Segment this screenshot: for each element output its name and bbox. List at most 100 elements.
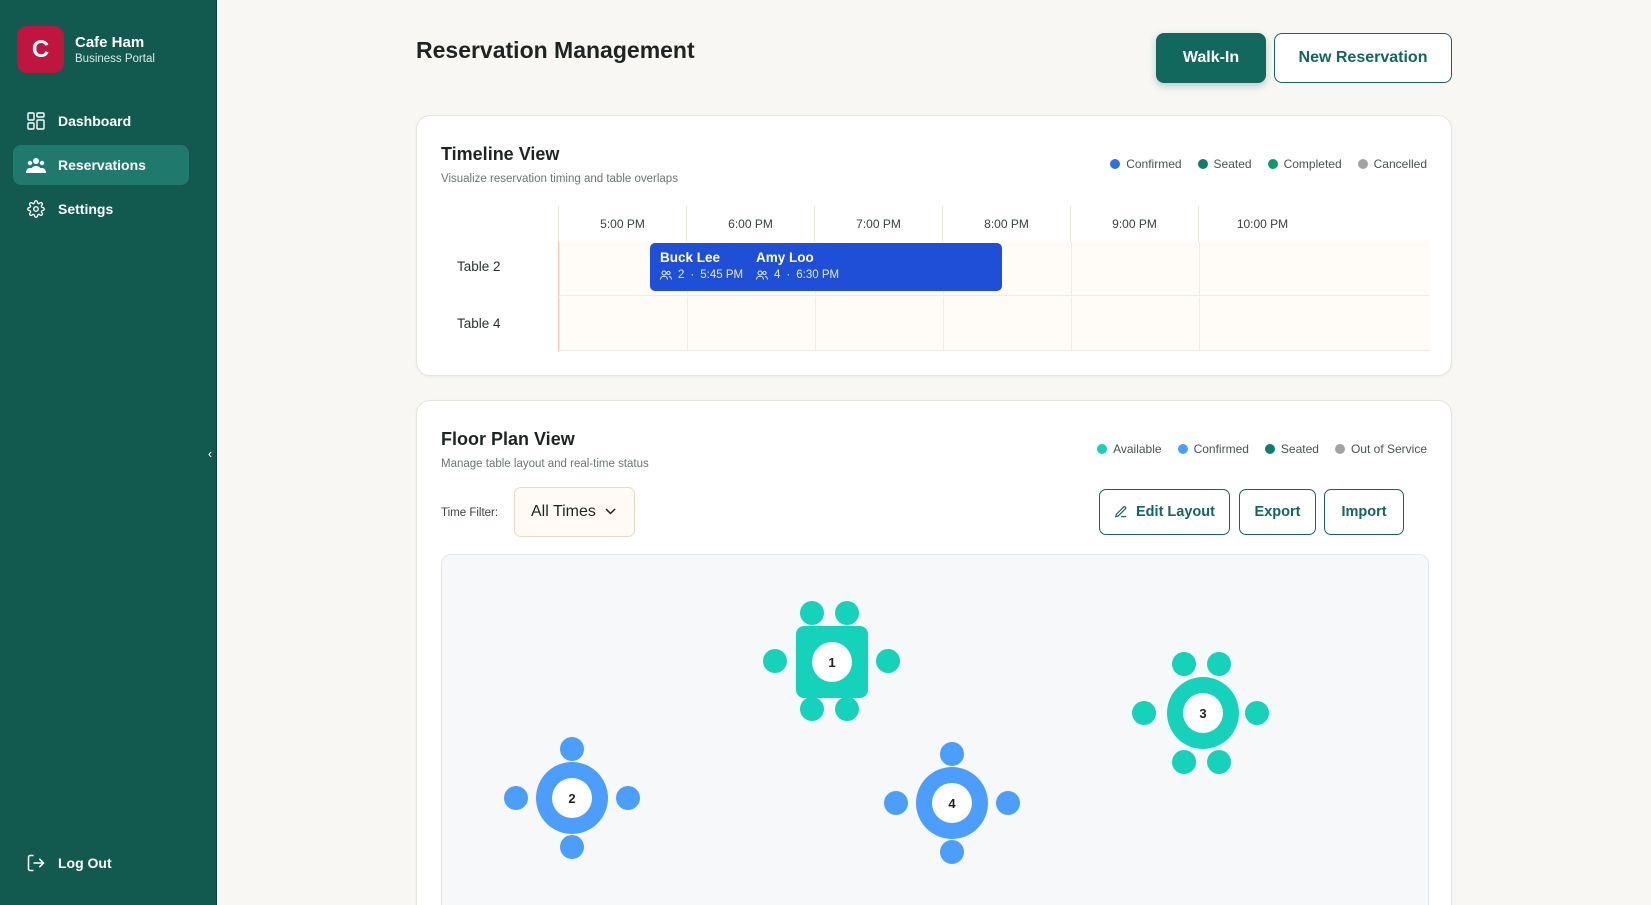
reservation-name: Amy Loo	[756, 250, 814, 265]
hour-label: 5:00 PM	[558, 206, 686, 242]
legend-label: Completed	[1283, 157, 1342, 171]
legend-label: Out of Service	[1350, 442, 1427, 456]
legend-label: Confirmed	[1126, 157, 1182, 171]
chair[interactable]	[763, 649, 787, 673]
walk-in-button[interactable]: Walk-In	[1156, 33, 1266, 83]
legend-dot	[1264, 444, 1275, 454]
chair[interactable]	[800, 697, 824, 721]
time-filter-value: All Times	[531, 503, 596, 520]
chair[interactable]	[940, 742, 964, 766]
party-icon	[756, 270, 768, 280]
sidebar-item-reservations[interactable]: Reservations	[13, 145, 189, 185]
legend-item: Seated	[1264, 442, 1319, 456]
legend-label: Cancelled	[1373, 157, 1427, 171]
chair[interactable]	[560, 835, 584, 859]
time-filter-select[interactable]: All Times	[514, 487, 635, 537]
brand: C Cafe Ham Business Portal	[17, 26, 155, 73]
chair[interactable]	[835, 601, 859, 625]
floor-plan-title: Floor Plan View	[441, 429, 575, 449]
legend-item: Out of Service	[1334, 442, 1427, 456]
reservation-block[interactable]: Buck Lee 2 · 5:45 PM Amy Loo 4 · 6:30 PM	[650, 243, 1002, 291]
legend-item: Confirmed	[1177, 442, 1249, 456]
legend-dot	[1110, 159, 1121, 169]
chair[interactable]	[835, 697, 859, 721]
chair[interactable]	[1207, 750, 1231, 774]
page-title: Reservation Management	[416, 37, 695, 63]
timeline-row-label: Table 2	[457, 259, 501, 274]
party-size: 2	[678, 269, 685, 281]
table-number: 3	[1183, 693, 1223, 733]
export-button[interactable]: Export	[1239, 489, 1316, 535]
chair[interactable]	[504, 786, 528, 810]
hour-label: 6:00 PM	[686, 206, 814, 242]
legend-dot	[1097, 444, 1108, 454]
floor-plan-subtitle: Manage table layout and real-time status	[441, 458, 649, 470]
chair[interactable]	[1132, 701, 1156, 725]
timeline-hours: 5:00 PM 6:00 PM 7:00 PM 8:00 PM 9:00 PM …	[558, 206, 1429, 242]
sidebar-nav: Dashboard Reservations Settings	[13, 101, 189, 233]
floor-plan-legend: Available Confirmed Seated Out of Servic…	[1081, 442, 1427, 456]
reservation-time: 6:30 PM	[796, 269, 840, 281]
chair[interactable]	[1172, 652, 1196, 676]
chair[interactable]	[800, 601, 824, 625]
table-1[interactable]: 1	[796, 626, 868, 698]
legend-label: Confirmed	[1193, 442, 1249, 456]
timeline-legend: Confirmed Seated Completed Cancelled	[1094, 157, 1427, 171]
chair[interactable]	[1245, 701, 1269, 725]
import-button[interactable]: Import	[1324, 489, 1404, 535]
logout-label: Log Out	[58, 855, 112, 871]
chair[interactable]	[996, 791, 1020, 815]
timeline-subtitle: Visualize reservation timing and table o…	[441, 173, 678, 185]
sidebar-item-dashboard[interactable]: Dashboard	[13, 101, 189, 141]
party-icon	[660, 270, 672, 280]
sidebar-item-label: Reservations	[58, 157, 146, 173]
table-3[interactable]: 3	[1167, 677, 1239, 749]
pencil-icon	[1114, 505, 1128, 519]
timeline-card: Timeline View Visualize reservation timi…	[416, 115, 1452, 376]
legend-item: Seated	[1197, 157, 1252, 171]
chair[interactable]	[1207, 652, 1231, 676]
legend-dot	[1177, 444, 1188, 454]
reservation-item[interactable]: Buck Lee 2 · 5:45 PM	[660, 250, 743, 281]
people-icon	[26, 155, 46, 175]
edit-layout-label: Edit Layout	[1136, 504, 1215, 520]
timeline-title: Timeline View	[441, 144, 560, 164]
legend-item: Available	[1097, 442, 1162, 456]
reservation-name: Buck Lee	[660, 250, 721, 265]
table-number: 2	[552, 778, 592, 818]
reservation-time: 5:45 PM	[700, 269, 744, 281]
legend-label: Seated	[1280, 442, 1319, 456]
table-2[interactable]: 2	[536, 762, 608, 834]
chair[interactable]	[1172, 750, 1196, 774]
chair[interactable]	[884, 791, 908, 815]
chair[interactable]	[876, 649, 900, 673]
chair[interactable]	[616, 786, 640, 810]
timeline-grid: 5:00 PM 6:00 PM 7:00 PM 8:00 PM 9:00 PM …	[441, 206, 1430, 356]
legend-label: Available	[1113, 442, 1162, 456]
edit-layout-button[interactable]: Edit Layout	[1099, 489, 1230, 535]
new-reservation-button[interactable]: New Reservation	[1274, 33, 1452, 83]
table-number: 4	[932, 783, 972, 823]
brand-subtitle: Business Portal	[75, 52, 155, 65]
party-size: 4	[774, 269, 781, 281]
table-4[interactable]: 4	[916, 767, 988, 839]
floor-plan-canvas[interactable]: 1 3 2 4	[441, 554, 1429, 905]
legend-label: Seated	[1213, 157, 1252, 171]
chair[interactable]	[560, 737, 584, 761]
legend-item: Confirmed	[1110, 157, 1182, 171]
dashboard-grid-icon	[26, 111, 46, 131]
chair[interactable]	[940, 840, 964, 864]
hour-label: 8:00 PM	[942, 206, 1070, 242]
logout-button[interactable]: Log Out	[26, 853, 112, 873]
collapse-sidebar-chevron-icon[interactable]: ‹	[203, 443, 217, 463]
timeline-row-label: Table 4	[457, 316, 501, 331]
hour-label: 10:00 PM	[1198, 206, 1326, 242]
legend-dot	[1357, 159, 1368, 169]
legend-dot	[1267, 159, 1278, 169]
hour-label: 7:00 PM	[814, 206, 942, 242]
brand-logo: C	[17, 26, 64, 73]
reservation-item[interactable]: Amy Loo 4 · 6:30 PM	[756, 250, 839, 281]
sidebar-item-label: Dashboard	[58, 113, 132, 129]
sidebar-item-label: Settings	[58, 201, 114, 217]
sidebar-item-settings[interactable]: Settings	[13, 189, 189, 229]
